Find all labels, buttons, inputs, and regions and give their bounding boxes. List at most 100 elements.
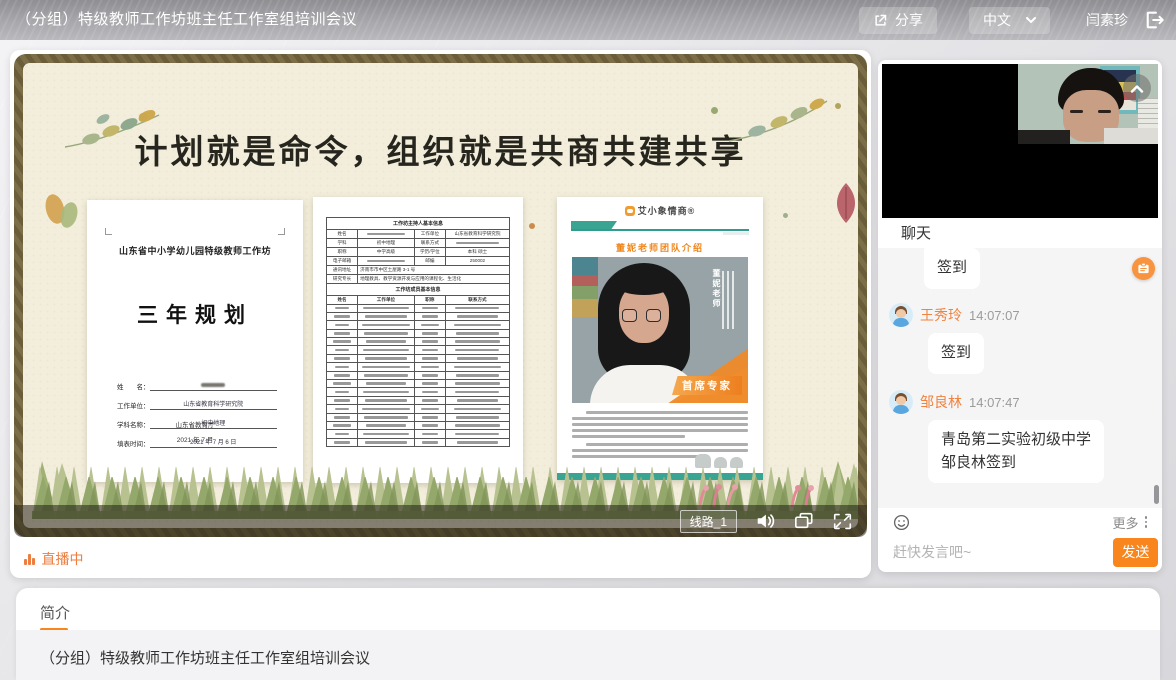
leaf-vine-right bbox=[723, 91, 833, 147]
page-title: （分组）特级教师工作坊班主任工作室组培训会议 bbox=[16, 0, 357, 40]
member-row bbox=[326, 305, 510, 313]
emoji-button[interactable] bbox=[893, 514, 910, 531]
member-row bbox=[326, 397, 510, 405]
chat-message-list[interactable]: 签到 王秀玲 14:07:07 签到 邹良林 14:07:47 bbox=[878, 248, 1162, 508]
glasses-icon bbox=[646, 309, 661, 322]
logout-button[interactable] bbox=[1142, 8, 1168, 32]
cover-field: 工作单位：山东省教育科学研究院 bbox=[117, 399, 277, 410]
chat-message: 王秀玲 14:07:07 签到 bbox=[889, 303, 1152, 374]
collapse-video-button[interactable] bbox=[1123, 74, 1151, 102]
avatar bbox=[889, 390, 913, 414]
smiley-icon bbox=[893, 514, 910, 531]
main-video[interactable]: 计划就是命令，组织就是共商共建共享 bbox=[14, 54, 867, 537]
table-section2-title: 工作坊成员基本信息 bbox=[326, 284, 510, 296]
decor-dot bbox=[783, 213, 788, 218]
member-row bbox=[326, 430, 510, 438]
member-row bbox=[326, 439, 510, 447]
volume-icon[interactable] bbox=[754, 511, 776, 531]
member-row bbox=[326, 330, 510, 338]
teacher-photo: 董妮老师 首席专家 bbox=[572, 257, 748, 403]
more-button[interactable]: 更多 bbox=[1112, 513, 1147, 532]
document-cover-page: 山东省中小学幼儿园特级教师工作坊 三年规划 姓 名： 工作单位：山东省教育科学研究… bbox=[87, 200, 303, 482]
video-player-card: 计划就是命令，组织就是共商共建共享 bbox=[10, 50, 871, 578]
document-info-table: 工作坊主持人基本信息 姓名工作单位山东省教育科学研究院学科初中地理联系方式职称中… bbox=[313, 197, 523, 483]
chat-bubble: 签到 bbox=[924, 248, 980, 289]
language-select[interactable]: 中文 bbox=[969, 7, 1050, 34]
teacher-name-vertical: 董妮老师 bbox=[711, 269, 722, 309]
chevron-up-icon bbox=[1130, 84, 1144, 93]
member-row bbox=[326, 380, 510, 388]
chat-tabbar: 聊天 bbox=[878, 218, 1162, 248]
share-button[interactable]: 分享 bbox=[859, 7, 937, 34]
decor-dot bbox=[139, 113, 147, 121]
live-signal-icon bbox=[24, 554, 35, 565]
video-controls: 线路_1 bbox=[14, 505, 867, 537]
teacher-credential-lines bbox=[722, 271, 735, 329]
member-row bbox=[326, 346, 510, 354]
member-row bbox=[326, 338, 510, 346]
intro-body: （分组）特级教师工作坊班主任工作室组培训会议 bbox=[16, 630, 1160, 680]
table-row: 姓名工作单位山东省教育科学研究院 bbox=[326, 230, 510, 239]
fullscreen-icon[interactable] bbox=[832, 512, 853, 531]
picture-in-picture-icon[interactable] bbox=[793, 511, 815, 531]
cover-title: 三年规划 bbox=[87, 299, 303, 329]
poster-rule-caption bbox=[723, 232, 749, 235]
table-row: 学科初中地理联系方式 bbox=[326, 239, 510, 248]
member-row bbox=[326, 405, 510, 413]
presenter-brow bbox=[1070, 110, 1083, 113]
chat-bubble: 签到 bbox=[928, 333, 984, 374]
presenter-shoulder bbox=[1018, 130, 1070, 144]
cover-heading: 山东省中小学幼儿园特级教师工作坊 bbox=[87, 244, 303, 257]
chat-input[interactable] bbox=[893, 544, 1113, 560]
send-button[interactable]: 发送 bbox=[1113, 538, 1158, 567]
chat-message: 邹良林 14:07:47 青岛第二实验初级中学邹良林签到 bbox=[889, 390, 1152, 483]
message-sender: 王秀玲 bbox=[920, 305, 962, 325]
signin-board-button[interactable] bbox=[1132, 257, 1155, 280]
topbar-actions: 分享 中文 闫素珍 bbox=[859, 0, 1168, 40]
line-select-button[interactable]: 线路_1 bbox=[680, 510, 737, 533]
live-label: 直播中 bbox=[42, 549, 84, 569]
decor-dot bbox=[835, 103, 841, 109]
member-row bbox=[326, 388, 510, 396]
member-row bbox=[326, 321, 510, 329]
host-info-rows: 姓名工作单位山东省教育科学研究院学科初中地理联系方式职称中学高级学历/学位本科 … bbox=[326, 230, 510, 266]
host-wide-rows: 通讯地址济南市市中区土屋路 3-1 号研究专长地理教具、教学资源开发与应用的课程… bbox=[326, 266, 510, 284]
vertical-dots-icon bbox=[1145, 516, 1148, 528]
message-time: 14:07:07 bbox=[969, 308, 1020, 323]
leaf-vine-left bbox=[63, 101, 163, 153]
chat-input-row: 发送 bbox=[878, 536, 1162, 572]
presenter-video[interactable] bbox=[882, 64, 1158, 218]
slide-frame: 计划就是命令，组织就是共商共建共享 bbox=[14, 54, 867, 537]
cover-field: 姓 名： bbox=[117, 381, 277, 391]
intro-description: （分组）特级教师工作坊班主任工作室组培训会议 bbox=[16, 630, 1160, 668]
poster-brand: 艾小象情商® bbox=[557, 204, 763, 217]
chat-toolbar: 更多 bbox=[878, 508, 1162, 536]
sidebar: 聊天 签到 王秀玲 14:07:07 签到 邹良林 bbox=[878, 60, 1162, 572]
chat-bubble: 青岛第二实验初级中学邹良林签到 bbox=[928, 420, 1104, 483]
tab-chat[interactable]: 聊天 bbox=[901, 222, 931, 245]
member-row bbox=[326, 422, 510, 430]
member-row bbox=[326, 414, 510, 422]
document-teacher-poster: 艾小象情商® 董妮老师团队介绍 bbox=[557, 197, 763, 480]
clipboard-icon bbox=[1137, 262, 1150, 275]
live-status: 直播中 bbox=[24, 544, 84, 574]
tab-intro[interactable]: 简介 bbox=[40, 602, 70, 623]
chat-scrollbar[interactable] bbox=[1154, 485, 1159, 504]
photo-bangs bbox=[616, 275, 672, 295]
glasses-icon bbox=[622, 309, 637, 322]
message-time: 14:07:47 bbox=[969, 395, 1020, 410]
username: 闫素珍 bbox=[1086, 10, 1128, 30]
photo-art-strip bbox=[572, 257, 598, 317]
logout-icon bbox=[1144, 10, 1166, 30]
decor-dot bbox=[711, 107, 718, 114]
cover-footer: 山东省教育厅 2021 年 7 月 bbox=[87, 419, 303, 448]
table-section1-title: 工作坊主持人基本信息 bbox=[326, 217, 510, 230]
member-row bbox=[326, 355, 510, 363]
presenter-brow bbox=[1098, 110, 1111, 113]
decor-dot bbox=[529, 223, 535, 229]
chevron-down-icon bbox=[1026, 17, 1036, 24]
share-icon bbox=[873, 13, 888, 28]
member-row bbox=[326, 372, 510, 380]
table-row: 电子邮箱邮编250002 bbox=[326, 257, 510, 266]
table-row: 职称中学高级学历/学位本科 硕士 bbox=[326, 248, 510, 257]
